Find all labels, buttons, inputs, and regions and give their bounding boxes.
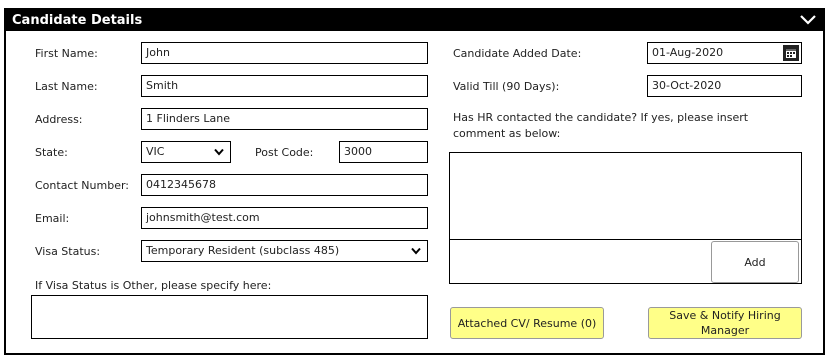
dropdown-arrow-icon bbox=[411, 247, 421, 255]
hr-contact-question: Has HR contacted the candidate? If yes, … bbox=[453, 111, 749, 140]
comment-divider bbox=[450, 239, 801, 240]
visa-other-label: If Visa Status is Other, please specify … bbox=[35, 279, 272, 292]
visa-status-select[interactable]: Temporary Resident (subclass 485) bbox=[141, 240, 428, 262]
contact-number-label: Contact Number: bbox=[35, 179, 129, 192]
email-label: Email: bbox=[35, 212, 70, 225]
state-select-value: VIC bbox=[146, 145, 165, 158]
first-name-label: First Name: bbox=[35, 47, 98, 60]
state-select[interactable]: VIC bbox=[141, 141, 231, 163]
candidate-details-panel: Candidate Details First Name: John Last … bbox=[4, 8, 825, 355]
email-input[interactable]: johnsmith@test.com bbox=[141, 207, 428, 229]
last-name-input[interactable]: Smith bbox=[141, 75, 428, 97]
visa-status-label: Visa Status: bbox=[35, 245, 101, 258]
chevron-down-icon[interactable] bbox=[799, 13, 817, 27]
candidate-added-date-value: 01-Aug-2020 bbox=[652, 46, 724, 59]
attached-cv-button[interactable]: Attached CV/ Resume (0) bbox=[450, 307, 604, 339]
candidate-added-date-label: Candidate Added Date: bbox=[453, 47, 582, 60]
panel-header[interactable]: Candidate Details bbox=[6, 10, 823, 31]
dropdown-arrow-icon bbox=[214, 148, 224, 156]
postcode-input[interactable]: 3000 bbox=[339, 141, 428, 163]
postcode-label: Post Code: bbox=[255, 146, 314, 159]
visa-other-textarea[interactable] bbox=[31, 295, 428, 339]
last-name-label: Last Name: bbox=[35, 80, 98, 93]
save-notify-button[interactable]: Save & Notify Hiring Manager bbox=[648, 307, 802, 339]
add-comment-button[interactable]: Add bbox=[711, 241, 799, 283]
first-name-input[interactable]: John bbox=[141, 42, 428, 64]
valid-till-input[interactable]: 30-Oct-2020 bbox=[647, 75, 802, 97]
hr-comment-box: Add bbox=[449, 152, 802, 284]
candidate-added-date-input[interactable]: 01-Aug-2020 bbox=[647, 42, 802, 64]
address-label: Address: bbox=[35, 113, 83, 126]
valid-till-label: Valid Till (90 Days): bbox=[453, 80, 560, 93]
calendar-icon[interactable] bbox=[783, 45, 799, 61]
state-label: State: bbox=[35, 146, 68, 159]
address-input[interactable]: 1 Flinders Lane bbox=[141, 108, 428, 130]
hr-comment-textarea[interactable] bbox=[450, 153, 801, 239]
visa-status-value: Temporary Resident (subclass 485) bbox=[146, 244, 340, 257]
contact-number-input[interactable]: 0412345678 bbox=[141, 174, 428, 196]
panel-title: Candidate Details bbox=[12, 13, 143, 28]
